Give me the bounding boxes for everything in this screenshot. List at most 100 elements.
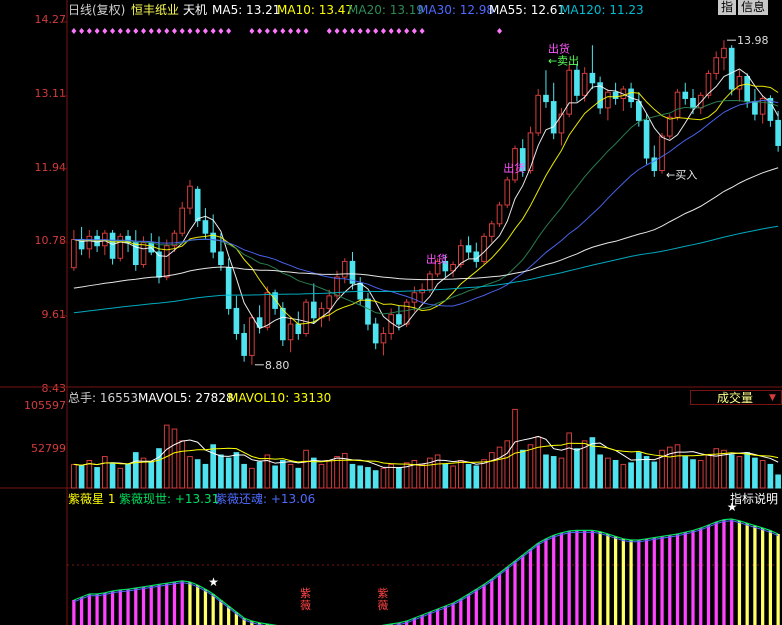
volume-bar — [140, 457, 147, 489]
candle-body — [218, 251, 224, 266]
volume-bar — [574, 448, 580, 489]
candle-body — [759, 97, 766, 115]
star-icon: ★ — [208, 575, 219, 589]
volume-bar — [488, 452, 495, 489]
volume-bar — [659, 449, 665, 489]
candle-body — [558, 113, 565, 134]
volume-bar — [264, 454, 271, 489]
volume-bar — [728, 454, 735, 489]
candle-body — [326, 295, 333, 309]
signal-diamond — [303, 28, 309, 34]
price-tick-1: 14.27 — [34, 13, 67, 26]
volume-bar — [341, 452, 348, 489]
volume-bar — [388, 463, 394, 489]
concept-label: 天机 — [183, 3, 208, 17]
volume-bar — [71, 463, 77, 489]
signal-diamond — [272, 28, 278, 34]
candle-body — [117, 235, 124, 259]
signal-diamond — [164, 28, 170, 34]
candle-body — [179, 207, 186, 234]
volume-bar — [334, 456, 340, 489]
volume-bar — [249, 467, 255, 489]
indicator-line1-label: 紫薇现世: +13.31 — [119, 492, 220, 506]
indicator-signal-label: 薇 — [377, 599, 388, 612]
volume-bar — [612, 459, 619, 489]
candle-body — [388, 314, 394, 334]
chevron-down-icon: ▼ — [769, 393, 776, 403]
volume-bar — [396, 467, 402, 489]
volume-bar — [102, 456, 108, 489]
signal-diamond — [373, 28, 379, 34]
candle-body — [256, 317, 263, 328]
signal-diamond — [171, 28, 177, 34]
ma-line-ma20 — [73, 99, 779, 315]
volume-bar — [295, 467, 302, 489]
signal-diamond — [156, 28, 162, 34]
volume-bar — [148, 461, 155, 489]
volume-indicator-dropdown[interactable]: 成交量 ▼ — [690, 390, 782, 405]
ma-line-ma30 — [73, 99, 779, 307]
candle-body — [163, 245, 170, 278]
volume-bar — [218, 454, 224, 489]
candle-body — [264, 292, 271, 328]
indicator-toggle-button[interactable]: 指 — [718, 0, 736, 15]
volume-bar — [589, 437, 596, 489]
volume-bar — [256, 461, 263, 489]
mavol10-label: MAVOL10: 33130 — [228, 391, 332, 405]
candle-body — [535, 94, 542, 134]
volume-bar — [225, 457, 232, 489]
candle-body — [527, 132, 534, 172]
volume-bar — [326, 459, 333, 489]
candle-body — [411, 292, 418, 303]
signal-diamond — [357, 28, 363, 34]
candle-body — [225, 267, 232, 309]
volume-bar — [365, 467, 371, 489]
ma-line-ma55 — [73, 167, 779, 289]
signal-diamond — [349, 28, 355, 34]
volume-bar — [481, 459, 487, 489]
candle-body — [690, 97, 696, 109]
signal-diamond — [187, 28, 193, 34]
candle-body — [295, 323, 302, 334]
signal-diamond — [195, 28, 201, 34]
price-tick-5: 9.61 — [41, 308, 67, 321]
candle-body — [504, 179, 511, 206]
period-label[interactable]: 日线(复权) — [68, 3, 125, 17]
signal-diamond — [110, 28, 116, 34]
volume-bar — [628, 462, 634, 489]
volume-bar — [651, 461, 658, 489]
signal-diamond — [264, 28, 270, 34]
volume-bar — [473, 465, 480, 489]
signal-diamond — [202, 28, 208, 34]
candle-body — [512, 148, 518, 181]
candle-body — [473, 251, 480, 262]
candle-body — [736, 76, 743, 90]
signal-diamond — [71, 28, 77, 34]
volume-bar — [581, 440, 588, 489]
candle-body — [682, 91, 689, 99]
candle-body — [310, 301, 317, 319]
candle-body — [140, 242, 147, 266]
high-price-label: 13.98 — [737, 34, 769, 47]
indicator-line1 — [73, 518, 779, 625]
signal-diamond — [226, 28, 232, 34]
candle-body — [519, 148, 526, 172]
volume-bar — [767, 463, 774, 489]
volume-bar — [241, 463, 247, 489]
ma30-label: MA30: 12.98 — [418, 3, 495, 17]
signal-diamond — [380, 28, 386, 34]
candle-body — [396, 314, 402, 325]
signal-diamond — [295, 28, 301, 34]
indicator-explain-button[interactable]: 指标说明 — [730, 492, 778, 506]
volume-bar — [372, 470, 379, 489]
info-button[interactable]: 信息 — [738, 0, 768, 15]
candle-body — [450, 264, 456, 272]
candle-body — [612, 91, 619, 99]
low-price-label: 8.80 — [265, 359, 290, 372]
candle-body — [442, 260, 449, 272]
candle-body — [78, 238, 85, 250]
volume-bar — [233, 452, 240, 489]
candle-body — [574, 69, 580, 96]
candle-body — [775, 119, 781, 146]
signal-diamond — [326, 28, 332, 34]
